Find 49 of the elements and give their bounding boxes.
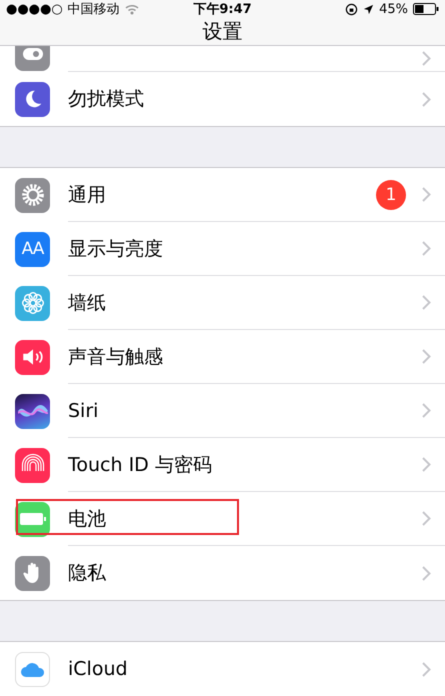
settings-row[interactable]: 隐私: [0, 546, 445, 600]
cloud-icon: [15, 652, 50, 686]
settings-row[interactable]: 电池: [0, 492, 445, 546]
hand-icon: [15, 556, 50, 590]
settings-row[interactable]: Siri: [0, 384, 445, 438]
row-label: 隐私: [68, 561, 106, 586]
settings-row[interactable]: iCloud: [0, 642, 445, 696]
row-label: 显示与亮度: [68, 236, 163, 262]
row-label: 电池: [68, 506, 106, 532]
row-label: 墙纸: [68, 290, 106, 316]
flower-icon: [15, 286, 50, 320]
settings-row[interactable]: 墙纸: [0, 276, 445, 330]
settings-row[interactable]: AA 显示与亮度: [0, 222, 445, 276]
chevron-icon: [422, 92, 431, 106]
chevron-icon: [422, 457, 431, 472]
text-size-icon: AA: [15, 232, 50, 266]
carrier-name: 中国移动: [68, 1, 120, 18]
battery-percent: 45%: [379, 2, 408, 16]
sound-icon: [15, 340, 50, 374]
row-label: iCloud: [68, 658, 128, 680]
chevron-icon: [422, 662, 431, 676]
row-label: 声音与触感: [68, 344, 163, 370]
chevron-icon: [422, 349, 431, 364]
finger-icon: [15, 448, 50, 482]
chevron-icon: [422, 187, 431, 202]
row-label: 通用: [68, 182, 106, 208]
settings-row[interactable]: 声音与触感: [0, 330, 445, 384]
location-arrow-icon: [363, 4, 374, 14]
chevron-icon: [422, 51, 431, 66]
settings-row[interactable]: Touch ID 与密码: [0, 438, 445, 492]
row-label: Touch ID 与密码: [68, 452, 212, 478]
settings-row[interactable]: 通用 1: [0, 168, 445, 222]
siri-icon: [15, 394, 50, 428]
wifi-icon: [124, 4, 139, 14]
chevron-icon: [422, 295, 431, 310]
gear-icon: [15, 178, 50, 212]
battery-icon: [413, 3, 439, 15]
status-time: 下午9:47: [193, 1, 252, 18]
chevron-icon: [422, 403, 431, 418]
moon-icon: [15, 82, 50, 116]
chevron-icon: [422, 241, 431, 256]
signal-strength: ●●●●○: [6, 2, 63, 16]
chevron-icon: [422, 566, 431, 580]
page-title: 设置: [202, 18, 242, 45]
rotation-lock-icon: [345, 2, 358, 16]
row-label: 勿扰模式: [68, 87, 144, 112]
chevron-icon: [422, 511, 431, 526]
row-label: Siri: [68, 400, 98, 422]
notification-badge: 1: [376, 180, 406, 210]
